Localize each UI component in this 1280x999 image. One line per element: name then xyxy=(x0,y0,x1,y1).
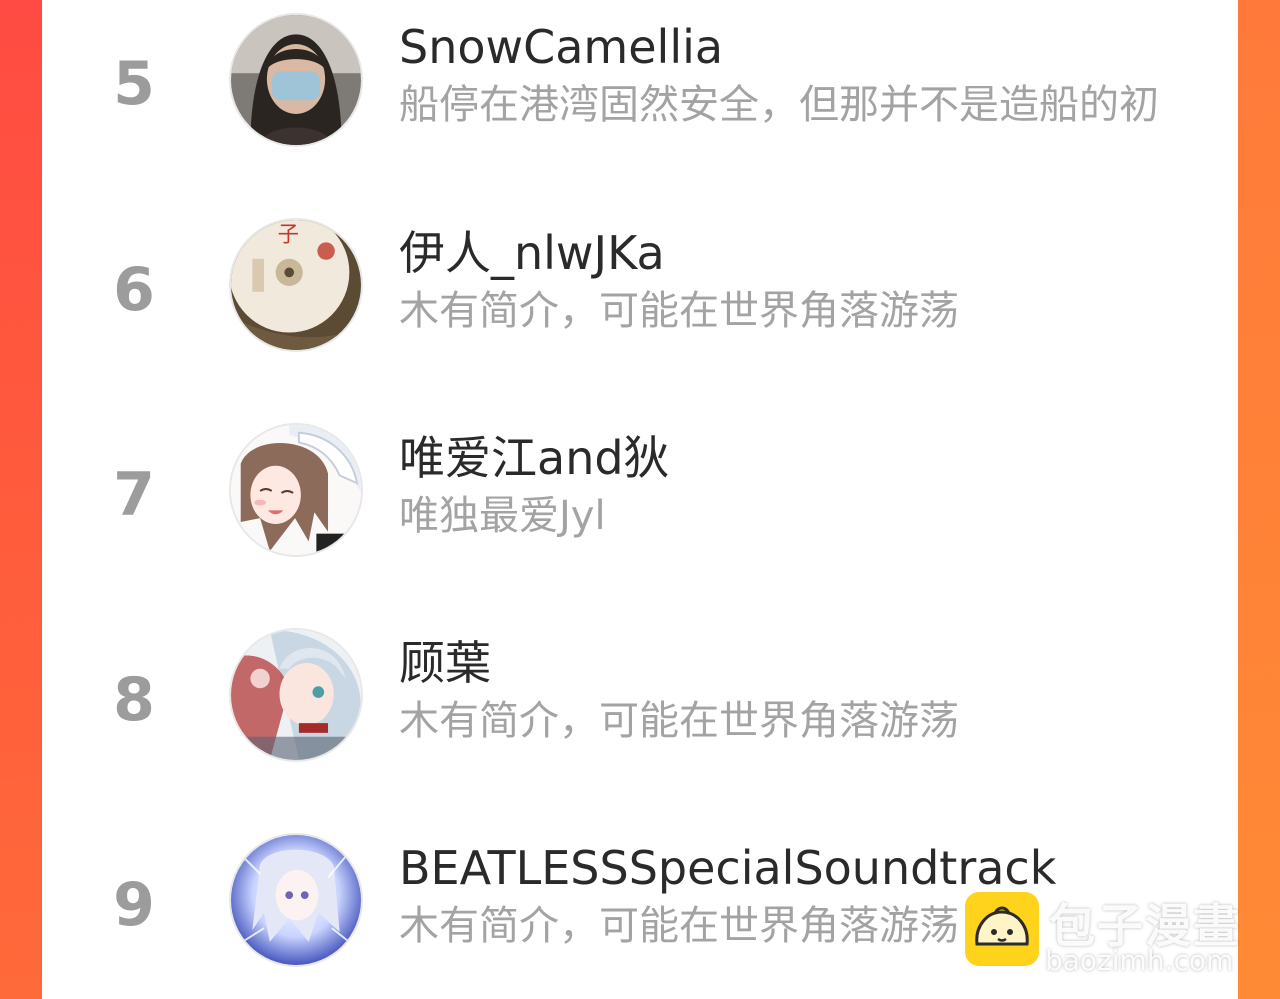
user-name[interactable]: SnowCamellia xyxy=(399,19,723,75)
anime-avatar xyxy=(231,835,361,965)
anime-avatar xyxy=(231,630,361,760)
rank-number: 8 xyxy=(113,665,155,735)
rank-number: 7 xyxy=(113,460,155,530)
list-item[interactable]: 5 SnowCamellia 船停在港湾固然安全，但那并不是造船的初 xyxy=(42,0,1238,205)
user-bio: 船停在港湾固然安全，但那并不是造船的初 xyxy=(399,82,1159,128)
rank-number: 6 xyxy=(113,255,155,325)
user-name[interactable]: 伊人_nlwJKa xyxy=(399,225,665,281)
rank-number: 5 xyxy=(113,49,155,119)
user-bio: 木有简介，可能在世界角落游荡 xyxy=(399,903,959,949)
svg-text:子: 子 xyxy=(278,222,299,247)
right-background-strip xyxy=(1238,0,1280,999)
rank-number: 9 xyxy=(113,870,155,940)
avatar[interactable] xyxy=(229,833,363,967)
site-watermark: 包子漫畫 baozimh.com xyxy=(965,890,1265,980)
disc-photo-avatar: 子 xyxy=(231,220,361,350)
avatar[interactable]: 子 xyxy=(229,218,363,352)
user-bio: 木有简介，可能在世界角落游荡 xyxy=(399,698,959,744)
user-bio: 唯独最爱Jyl xyxy=(399,493,606,539)
ranking-list-card: 5 SnowCamellia 船停在港湾固然安全，但那并不是造船的初 6 子 伊… xyxy=(42,0,1238,999)
list-item[interactable]: 6 子 伊人_nlwJKa 木有简介，可能在世界角落游荡 xyxy=(42,205,1238,410)
bun-logo-icon xyxy=(965,892,1039,966)
list-item[interactable]: 8 顾葉 木有简介，可能在世界角落游荡 xyxy=(42,615,1238,820)
user-name[interactable]: BEATLESSSpecialSoundtrack xyxy=(399,840,1056,896)
user-name[interactable]: 顾葉 xyxy=(399,635,491,691)
user-bio: 木有简介，可能在世界角落游荡 xyxy=(399,288,959,334)
user-name[interactable]: 唯爱江and狄 xyxy=(399,430,670,486)
avatar[interactable] xyxy=(229,13,363,147)
avatar[interactable] xyxy=(229,423,363,557)
watermark-url: baozimh.com xyxy=(1045,944,1234,977)
list-item[interactable]: 7 唯爱江and狄 唯独最爱Jyl xyxy=(42,410,1238,615)
anime-avatar xyxy=(231,425,361,555)
user-photo-avatar xyxy=(231,15,361,145)
avatar[interactable] xyxy=(229,628,363,762)
